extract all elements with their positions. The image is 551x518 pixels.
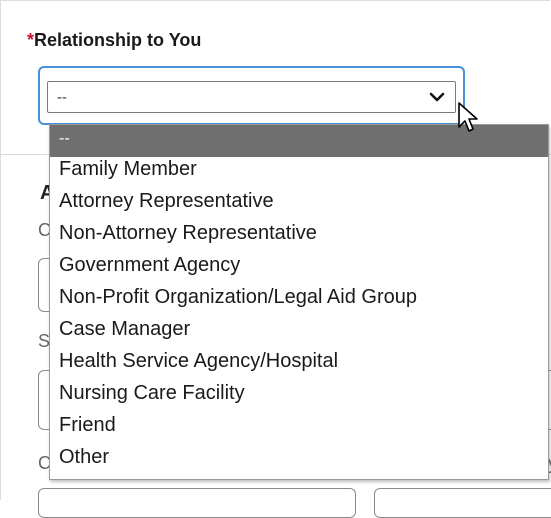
relationship-label-text: Relationship to You — [34, 30, 202, 50]
required-marker: * — [27, 30, 35, 50]
dropdown-option[interactable]: Non-Attorney Representative — [50, 217, 548, 249]
bg-input-fragment — [374, 488, 551, 518]
dropdown-option[interactable]: Other — [50, 441, 548, 473]
dropdown-option[interactable]: Family Member — [50, 153, 548, 185]
chevron-down-icon — [429, 92, 445, 102]
dropdown-option[interactable]: Friend — [50, 409, 548, 441]
dropdown-option[interactable]: Case Manager — [50, 313, 548, 345]
relationship-options-list[interactable]: -- Family Member Attorney Representative No… — [49, 124, 549, 480]
dropdown-option[interactable]: Nursing Care Facility — [50, 377, 548, 409]
dropdown-option[interactable]: Health Service Agency/Hospital — [50, 345, 548, 377]
bg-input-fragment — [38, 488, 356, 518]
dropdown-option[interactable]: Government Agency — [50, 249, 548, 281]
relationship-label: *Relationship to You — [27, 30, 201, 51]
dropdown-option[interactable]: Non-Profit Organization/Legal Aid Group — [50, 281, 548, 313]
select-current-value: -- — [57, 89, 67, 106]
mouse-pointer-icon — [458, 102, 478, 132]
dropdown-option[interactable]: Attorney Representative — [50, 185, 548, 217]
relationship-select[interactable]: -- — [47, 81, 456, 113]
